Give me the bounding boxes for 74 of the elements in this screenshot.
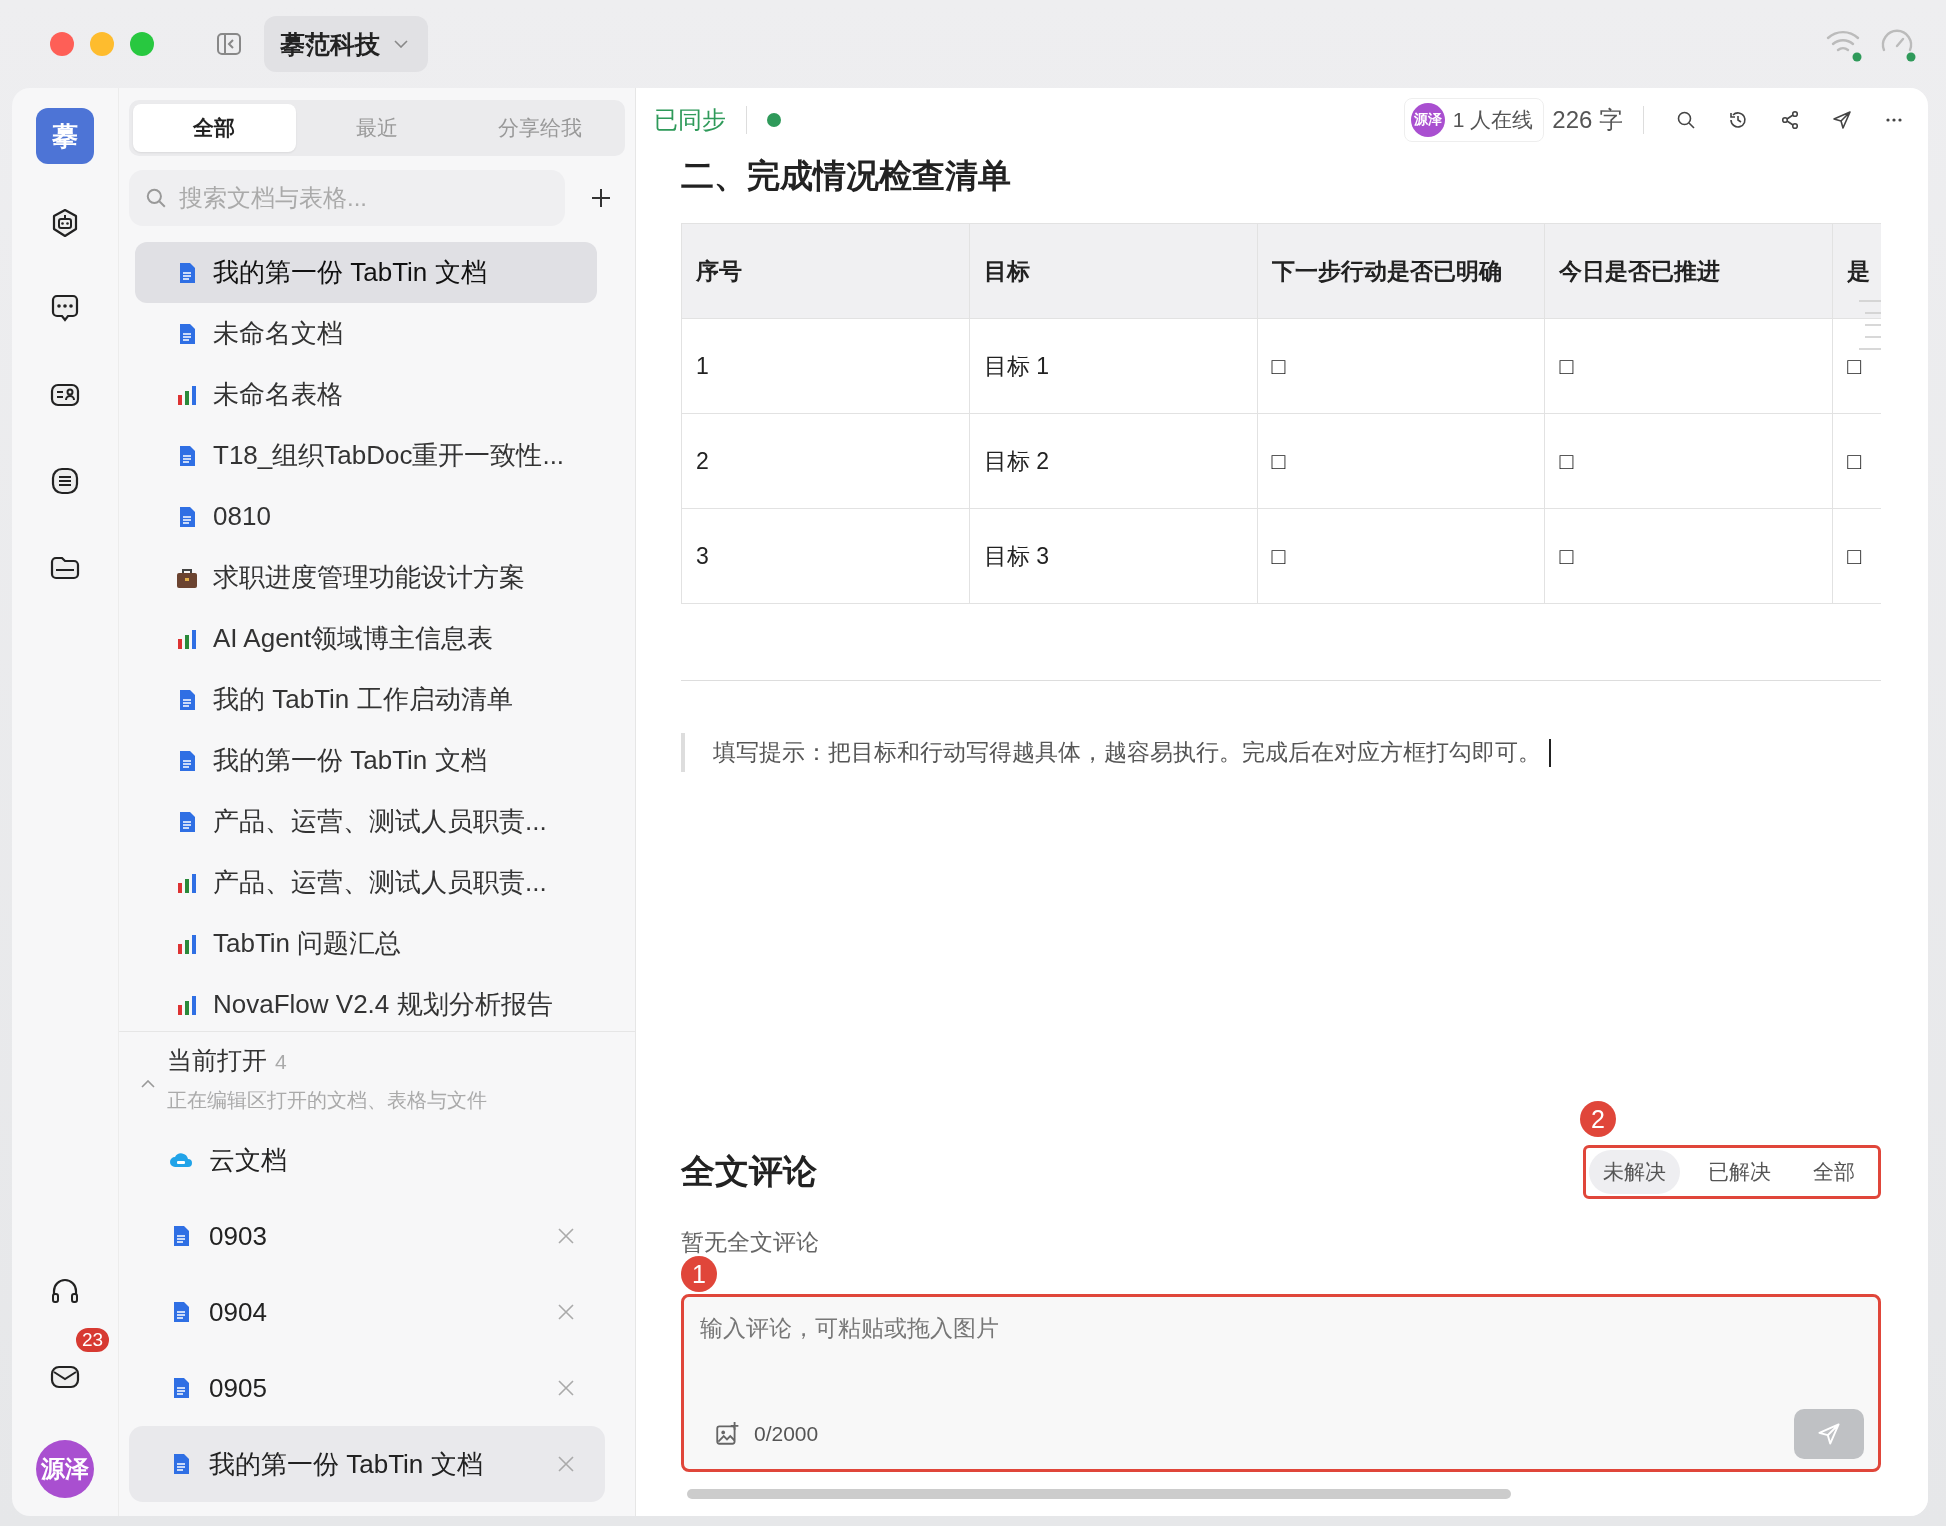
search-icon xyxy=(145,187,167,209)
empty-comments-text: 暂无全文评论 xyxy=(681,1228,820,1257)
document-item[interactable]: 我的第一份 TabTin 文档 xyxy=(135,730,597,791)
character-counter: 0/2000 xyxy=(754,1422,819,1446)
send-icon[interactable] xyxy=(1832,110,1852,130)
column-header: 下一步行动是否已明确 xyxy=(1257,223,1545,319)
table-cell: □ xyxy=(1544,318,1833,414)
status-dot-icon xyxy=(767,113,781,127)
document-item[interactable]: 求职进度管理功能设计方案 xyxy=(135,547,597,608)
comments-title: 全文评论 xyxy=(681,1151,817,1192)
open-document-item[interactable]: 我的第一份 TabTin 文档 xyxy=(129,1426,605,1502)
search-bar[interactable]: 搜索文档与表格... xyxy=(129,170,565,226)
comment-box[interactable]: 输入评论，可粘贴或拖入图片 0/2000 xyxy=(681,1294,1881,1472)
table-cell: 目标 3 xyxy=(969,508,1258,604)
column-header: 今日是否已推进 xyxy=(1544,223,1833,319)
document-item[interactable]: 未命名表格 xyxy=(135,364,597,425)
table-cell: □ xyxy=(1257,318,1545,414)
search-icon[interactable] xyxy=(1676,110,1696,130)
comment-input-field[interactable]: 输入评论，可粘贴或拖入图片 xyxy=(698,1311,1864,1409)
table-cell: □ xyxy=(1544,508,1833,604)
document-item[interactable]: 我的 TabTin 工作启动清单 xyxy=(135,669,597,730)
workspace-switcher[interactable]: 摹范科技 xyxy=(264,16,428,72)
table-cell: 1 xyxy=(681,318,970,414)
comment-filter-tab[interactable]: 未解决 xyxy=(1589,1150,1680,1194)
document-item[interactable]: 0810 xyxy=(135,486,597,547)
online-users-chip[interactable]: 源泽 1 人在线 xyxy=(1403,98,1545,142)
sidebar-toggle-icon[interactable] xyxy=(216,31,242,57)
table-cell: 目标 1 xyxy=(969,318,1258,414)
document-item[interactable]: NovaFlow V2.4 规划分析报告 xyxy=(135,974,597,1031)
table-cell: □ xyxy=(1544,413,1833,509)
add-icon[interactable] xyxy=(589,186,613,210)
table-cell: □ xyxy=(1257,508,1545,604)
document-item[interactable]: 产品、运营、测试人员职责... xyxy=(135,791,597,852)
section-title: 当前打开 xyxy=(167,1045,267,1076)
close-window-button[interactable] xyxy=(50,32,74,56)
column-header: 是 xyxy=(1832,223,1881,319)
search-field[interactable]: 搜索文档与表格... xyxy=(177,183,549,213)
open-count: 4 xyxy=(275,1050,287,1074)
tip-quote: 填写提示：把目标和行动写得越具体，越容易执行。完成后在对应方框打勾即可。 xyxy=(681,733,1881,772)
section-heading: 二、完成情况检查清单 xyxy=(681,156,1012,196)
word-count: 226 字 xyxy=(1552,105,1623,135)
comment-filter-tab[interactable]: 已解决 xyxy=(1694,1150,1785,1194)
column-header: 序号 xyxy=(681,223,970,319)
document-item[interactable]: T18_组织TabDoc重开一致性... xyxy=(135,425,597,486)
table-cell: 2 xyxy=(681,413,970,509)
horizontal-scrollbar[interactable] xyxy=(687,1489,1511,1499)
unread-count-badge: 23 xyxy=(74,1326,112,1354)
send-icon xyxy=(1817,1422,1841,1446)
document-item[interactable]: AI Agent领域博主信息表 xyxy=(135,608,597,669)
column-header: 目标 xyxy=(969,223,1258,319)
open-document-item[interactable]: 0905 xyxy=(129,1350,605,1426)
user-avatar[interactable]: 源泽 xyxy=(36,1440,94,1498)
open-document-item[interactable]: 0904 xyxy=(129,1274,605,1350)
collapse-caret-icon[interactable] xyxy=(141,1080,155,1088)
table-cell: 目标 2 xyxy=(969,413,1258,509)
add-image-icon[interactable] xyxy=(714,1421,740,1447)
document-item[interactable]: 产品、运营、测试人员职责... xyxy=(135,852,597,913)
history-icon[interactable] xyxy=(1728,110,1748,130)
workspace-logo[interactable]: 摹 xyxy=(36,108,94,164)
open-document-item[interactable]: 0903 xyxy=(129,1198,605,1274)
annotation-marker: 1 xyxy=(681,1256,717,1292)
sidebar-tab[interactable]: 全部 xyxy=(133,104,296,152)
document-item[interactable]: TabTin 问题汇总 xyxy=(135,913,597,974)
document-item[interactable]: 未命名文档 xyxy=(135,303,597,364)
open-document-item[interactable]: 云文档 xyxy=(129,1122,605,1198)
chevron-down-icon[interactable] xyxy=(394,40,408,48)
section-subtitle: 正在编辑区打开的文档、表格与文件 xyxy=(167,1088,487,1113)
comment-filter-tab[interactable]: 全部 xyxy=(1799,1150,1869,1194)
table-cell: 3 xyxy=(681,508,970,604)
share-icon[interactable] xyxy=(1780,110,1800,130)
sync-status: 已同步 xyxy=(654,105,726,135)
annotation-marker: 2 xyxy=(1580,1101,1616,1137)
table-cell: □ xyxy=(1257,413,1545,509)
document-item[interactable]: 我的第一份 TabTin 文档 xyxy=(135,242,597,303)
